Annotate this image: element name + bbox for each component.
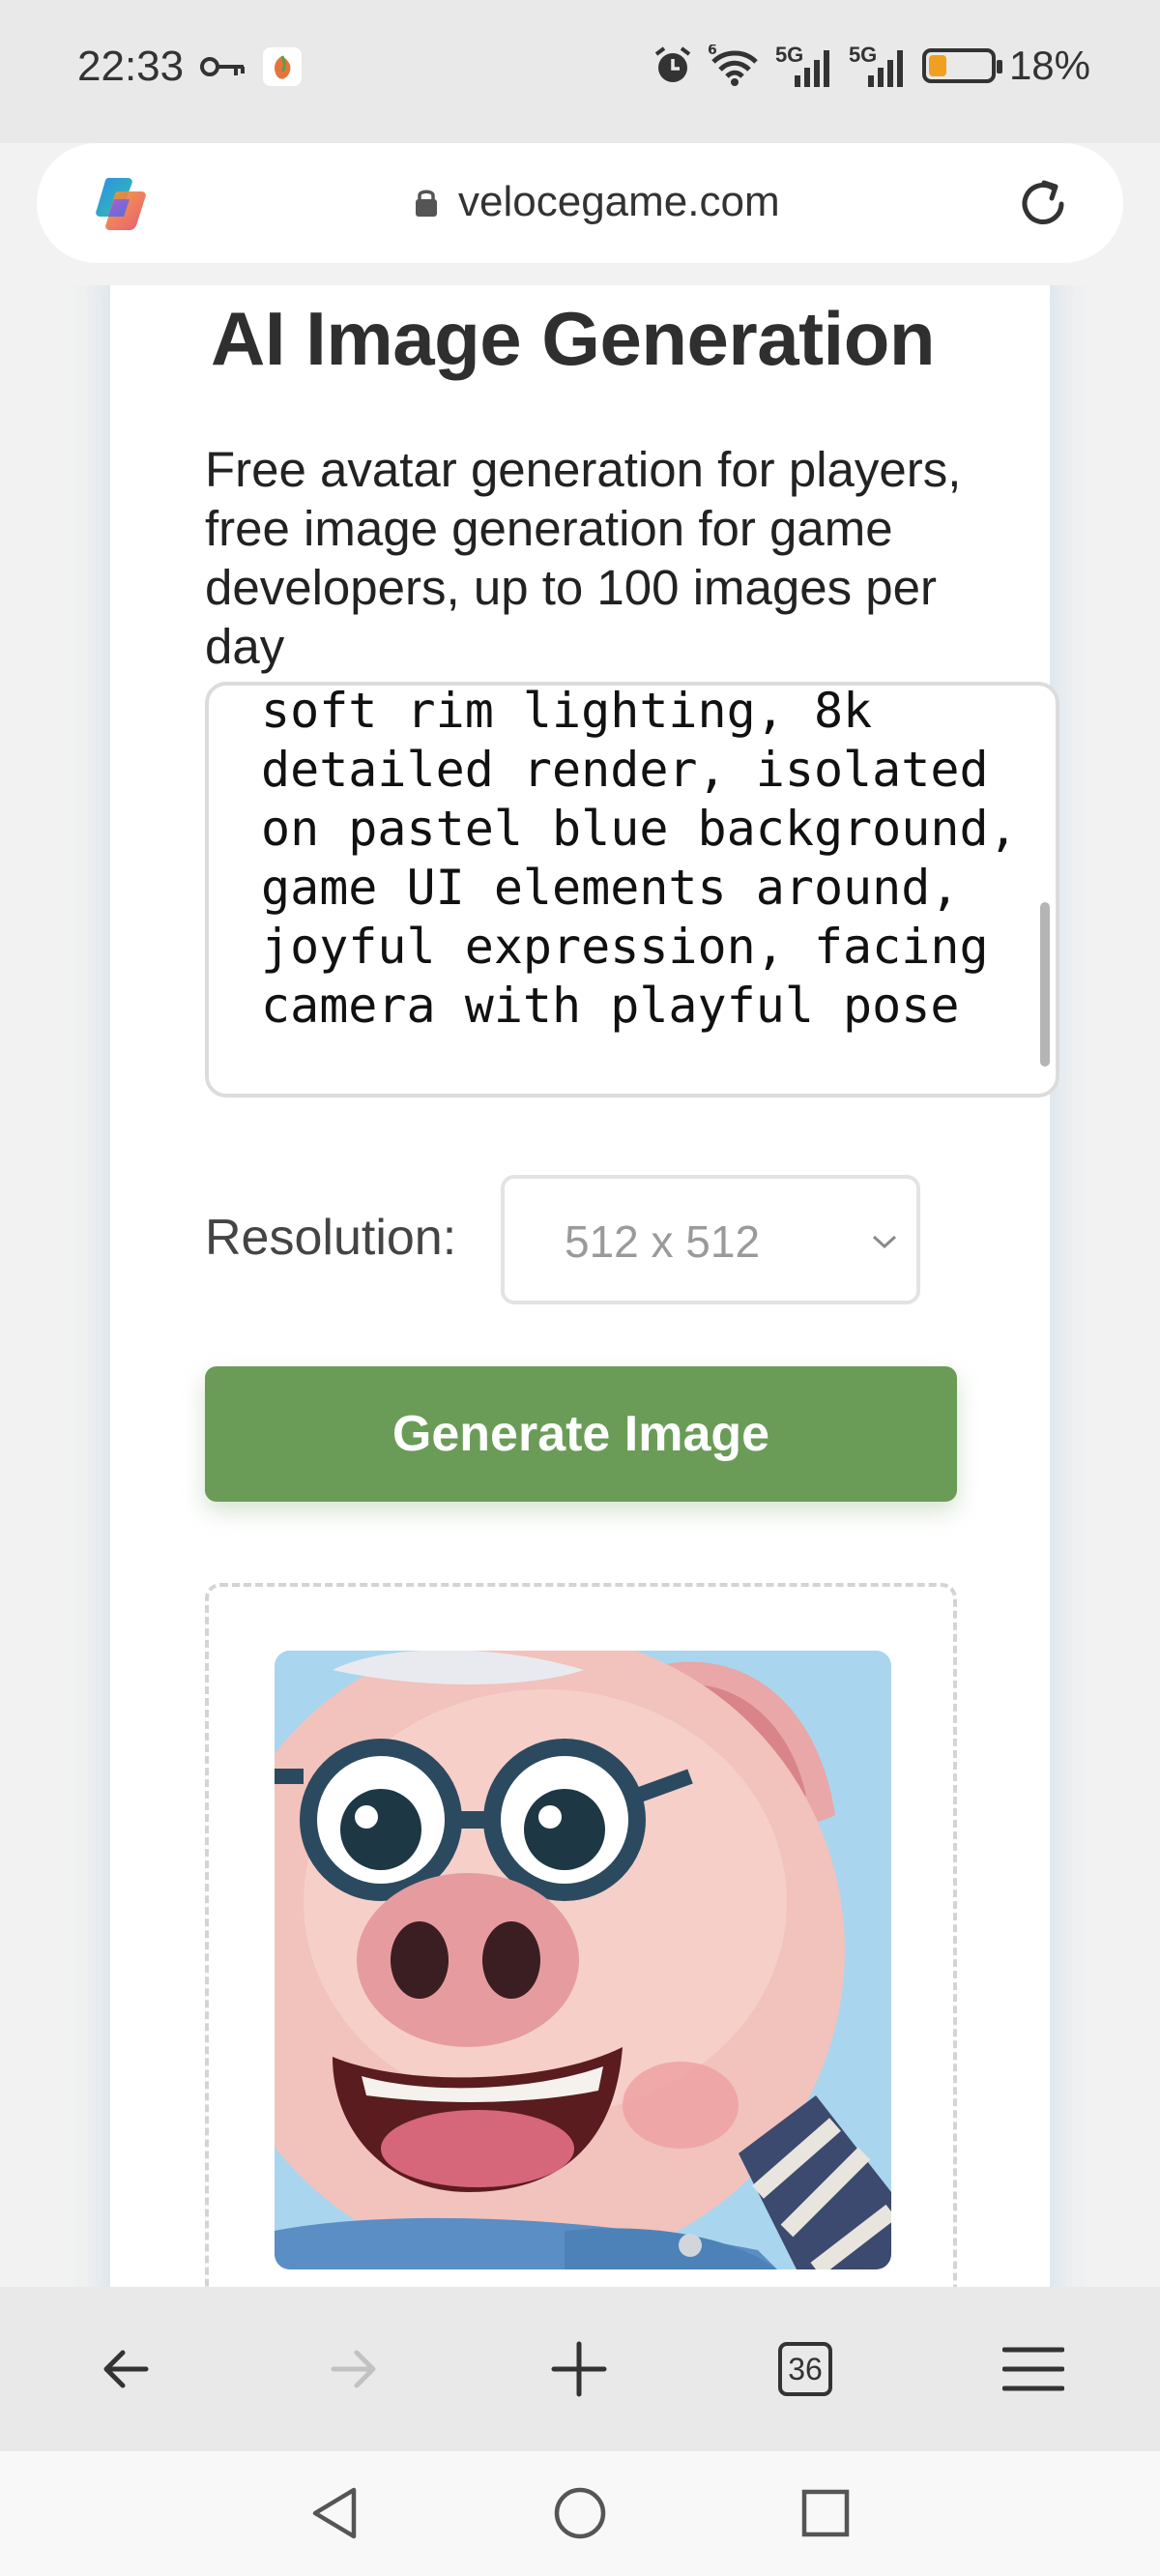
vpn-key-icon [200, 57, 246, 76]
battery-percent: 18% [1008, 43, 1090, 88]
chevron-down-icon [872, 1235, 897, 1249]
hamburger-menu-icon [1002, 2347, 1064, 2391]
resolution-label: Resolution: [205, 1210, 457, 1266]
menu-button[interactable] [988, 2324, 1079, 2415]
back-button[interactable] [81, 2324, 172, 2415]
plus-icon [551, 2341, 607, 2397]
browser-toolbar: 36 [0, 2287, 1160, 2451]
copilot-logo-icon[interactable] [89, 172, 153, 236]
url-display[interactable]: velocegame.com [414, 178, 780, 226]
url-text[interactable]: velocegame.com [458, 178, 780, 226]
lock-icon [416, 190, 437, 217]
arrow-right-icon [331, 2350, 376, 2388]
status-icons: 6 5G 5G 18% [652, 43, 1090, 89]
result-container [205, 1583, 957, 2287]
forward-button[interactable] [307, 2324, 398, 2415]
signal-icon-1: 5G [775, 44, 835, 87]
battery-icon [921, 48, 1002, 83]
pig-avatar-image [275, 1651, 891, 2269]
arrow-left-icon [103, 2350, 149, 2388]
wifi-6-tag: 6 [708, 44, 717, 58]
prompt-text[interactable]: soft rim lighting, 8k detailed render, i… [261, 686, 1025, 1036]
alarm-icon [654, 46, 691, 82]
nav-recents-button[interactable] [791, 2478, 860, 2548]
nav-recents-icon [801, 2489, 850, 2537]
page-description: Free avatar generation for players, free… [205, 442, 962, 674]
system-nav-bar [0, 2451, 1160, 2576]
resolution-select[interactable]: 512 x 512 [501, 1175, 920, 1304]
status-time: 22:33 [77, 43, 185, 90]
prompt-scrollbar[interactable] [1040, 902, 1050, 1067]
battery-level [928, 55, 946, 76]
generate-image-button[interactable]: Generate Image [205, 1366, 957, 1502]
tabs-count-icon: 36 [778, 2342, 832, 2396]
content-card: AI Image Generation Free avatar generati… [110, 285, 1059, 2287]
nav-home-icon [554, 2487, 606, 2539]
page-title: AI Image Generation [211, 296, 936, 381]
tabs-button[interactable]: 36 [760, 2324, 851, 2415]
nav-back-icon [312, 2487, 357, 2539]
nav-back-button[interactable] [300, 2478, 369, 2548]
new-tab-button[interactable] [534, 2324, 624, 2415]
generated-image[interactable] [275, 1651, 891, 2269]
signal-icon-2: 5G [849, 44, 909, 87]
status-time-group: 22:33 [77, 43, 303, 91]
wifi-icon: 6 [708, 44, 758, 86]
prompt-textarea[interactable]: soft rim lighting, 8k detailed render, i… [205, 682, 1059, 1098]
status-bar: 22:33 6 5G 5G 18% [0, 0, 1160, 143]
reload-icon[interactable] [1011, 172, 1075, 236]
nav-home-button[interactable] [545, 2478, 615, 2548]
page-viewport[interactable]: AI Image Generation Free avatar generati… [0, 285, 1160, 2287]
resolution-value[interactable]: 512 x 512 [565, 1215, 760, 1268]
app-notification-icon [263, 47, 303, 86]
address-bar[interactable]: velocegame.com [37, 143, 1123, 263]
